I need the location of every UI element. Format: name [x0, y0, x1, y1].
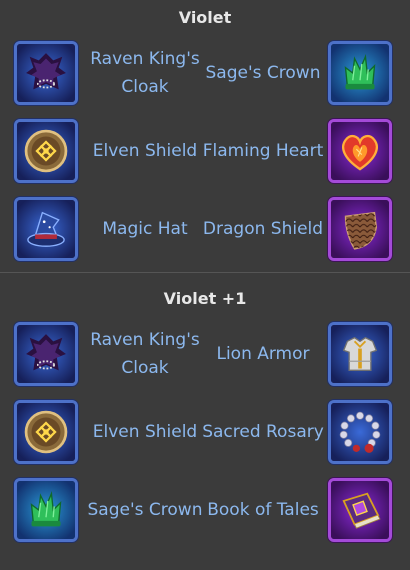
elven-shield-icon[interactable]	[14, 400, 78, 464]
item-row: Magic Hat Dragon Shield	[0, 192, 410, 270]
item-name[interactable]: Raven King's Cloak	[84, 317, 206, 391]
raven-cloak-icon[interactable]	[14, 322, 78, 386]
raven-cloak-icon[interactable]	[14, 41, 78, 105]
item-row: Sage's Crown Book of Tales	[0, 473, 410, 551]
section-divider	[0, 272, 410, 273]
item-name[interactable]: Dragon Shield	[200, 192, 326, 266]
sacred-rosary-icon[interactable]	[328, 400, 392, 464]
item-name[interactable]: Lion Armor	[200, 317, 326, 391]
dragon-shield-icon[interactable]	[328, 197, 392, 261]
item-row: Raven King's Cloak Sage's Crown	[0, 36, 410, 114]
sage-crown-icon[interactable]	[14, 478, 78, 542]
flaming-heart-icon[interactable]	[328, 119, 392, 183]
item-name[interactable]: Elven Shield	[84, 114, 206, 188]
item-name[interactable]: Book of Tales	[200, 473, 326, 547]
elven-shield-icon[interactable]	[14, 119, 78, 183]
item-row: Raven King's Cloak Lion Armor	[0, 317, 410, 395]
section-violet: Violet Raven King's Cloak Sage's Crown E…	[0, 0, 410, 270]
item-name[interactable]: Elven Shield	[84, 395, 206, 469]
item-row: Elven Shield Flaming Heart	[0, 114, 410, 192]
item-name[interactable]: Sacred Rosary	[200, 395, 326, 469]
item-name[interactable]: Flaming Heart	[200, 114, 326, 188]
item-row: Elven Shield Sacred Rosary	[0, 395, 410, 473]
sage-crown-icon[interactable]	[328, 41, 392, 105]
section-violet-plus-1: Violet +1 Raven King's Cloak Lion Armor …	[0, 281, 410, 551]
magic-hat-icon[interactable]	[14, 197, 78, 261]
item-name[interactable]: Sage's Crown	[84, 473, 206, 547]
lion-armor-icon[interactable]	[328, 322, 392, 386]
book-of-tales-icon[interactable]	[328, 478, 392, 542]
item-name[interactable]: Raven King's Cloak	[84, 36, 206, 110]
section-title: Violet +1	[163, 289, 247, 308]
section-title: Violet	[178, 8, 232, 27]
item-name[interactable]: Sage's Crown	[200, 36, 326, 110]
item-name[interactable]: Magic Hat	[84, 192, 206, 266]
